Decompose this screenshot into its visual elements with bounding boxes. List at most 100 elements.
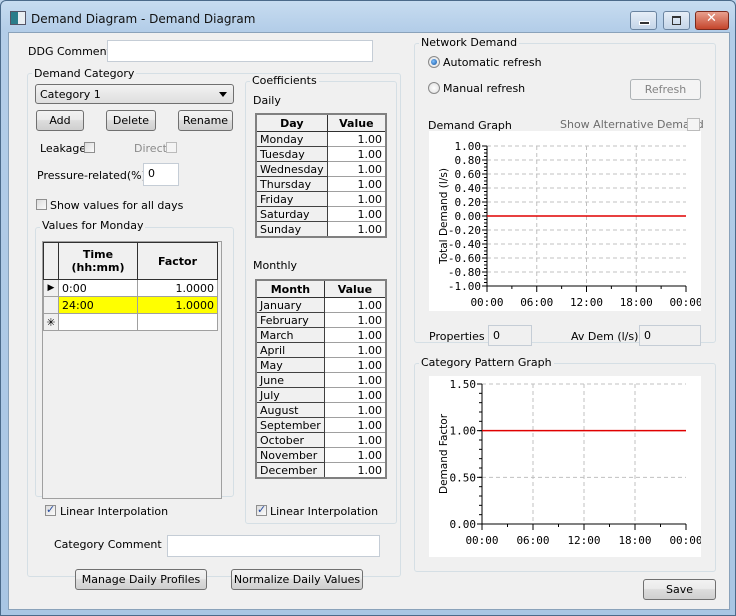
refresh-button[interactable]: Refresh — [630, 79, 701, 100]
factor-cell[interactable]: 1.0000 — [137, 279, 218, 297]
table-row[interactable]: Thursday 1.00 — [255, 176, 387, 192]
manual-refresh-radio[interactable] — [428, 82, 440, 94]
properties-label: Properties — [429, 330, 485, 343]
daily-value-cell[interactable]: 1.00 — [326, 161, 387, 177]
daily-value-cell[interactable]: 1.00 — [326, 146, 387, 162]
table-row[interactable]: December 1.00 — [255, 462, 387, 479]
table-row[interactable]: 24:00 1.0000 — [43, 296, 218, 314]
daily-coefficients-table[interactable]: Day Value Monday 1.00 Tuesday 1.00 Wednesday 1… — [255, 113, 387, 238]
table-row[interactable]: Sunday 1.00 — [255, 221, 387, 238]
table-row[interactable]: May 1.00 — [255, 357, 387, 373]
time-column-header[interactable]: Time (hh:mm) — [58, 242, 138, 280]
x-tick-label: 06:00 — [520, 296, 553, 309]
table-row[interactable]: ▶ 0:00 1.0000 — [43, 279, 218, 297]
table-row[interactable]: January 1.00 — [255, 297, 387, 313]
daily-name-cell: Sunday — [255, 221, 328, 238]
values-linear-interpolation-checkbox[interactable] — [45, 503, 56, 516]
show-all-days-label: Show values for all days — [50, 199, 184, 212]
table-row[interactable]: October 1.00 — [255, 432, 387, 448]
y-tick-label: 1.00 — [450, 425, 477, 438]
coefficients-linear-interpolation-checkbox[interactable] — [256, 503, 267, 516]
normalize-daily-values-button[interactable]: Normalize Daily Values — [231, 569, 363, 590]
pressure-related-input[interactable]: 0 — [143, 163, 179, 186]
ddg-comment-input[interactable] — [107, 40, 373, 62]
category-select[interactable]: Category 1 — [35, 84, 234, 104]
table-row[interactable]: April 1.00 — [255, 342, 387, 358]
factor-column-header[interactable]: Factor — [137, 242, 218, 280]
table-row[interactable]: Tuesday 1.00 — [255, 146, 387, 162]
monthly-coefficients-table[interactable]: Month Value January 1.00 February 1.00 March 1… — [255, 279, 387, 479]
table-row[interactable]: July 1.00 — [255, 387, 387, 403]
daily-value-cell[interactable]: 1.00 — [326, 206, 387, 222]
category-comment-input[interactable] — [167, 535, 380, 557]
dialog-client: DDG Comment Demand Category Category 1 A… — [8, 32, 730, 610]
table-row[interactable]: Monday 1.00 — [255, 131, 387, 147]
table-row-new[interactable]: ✳ — [43, 313, 218, 331]
table-row[interactable]: Saturday 1.00 — [255, 206, 387, 222]
rename-button[interactable]: Rename — [178, 110, 233, 131]
table-row[interactable]: February 1.00 — [255, 312, 387, 328]
daily-name-cell: Tuesday — [255, 146, 328, 162]
direct-checkbox[interactable] — [166, 142, 177, 153]
table-row[interactable]: June 1.00 — [255, 372, 387, 388]
save-button[interactable]: Save — [643, 579, 716, 600]
chart-svg: 1.000.800.600.400.200.00-0.20-0.40-0.60-… — [438, 140, 701, 309]
table-row[interactable]: Wednesday 1.00 — [255, 161, 387, 177]
av-dem-label: Av Dem (l/s) — [571, 330, 639, 343]
table-row[interactable]: November 1.00 — [255, 447, 387, 463]
table-row[interactable]: September 1.00 — [255, 417, 387, 433]
y-tick-label: 0.80 — [455, 154, 482, 167]
monthly-value-cell[interactable]: 1.00 — [323, 297, 387, 313]
monthly-value-cell[interactable]: 1.00 — [323, 327, 387, 343]
daily-value-cell[interactable]: 1.00 — [326, 131, 387, 147]
monthly-value-cell[interactable]: 1.00 — [323, 462, 387, 479]
show-alternative-demand-checkbox[interactable] — [687, 118, 700, 131]
new-row-asterisk-icon[interactable]: ✳ — [43, 313, 59, 331]
close-button[interactable]: ✕ — [695, 11, 729, 30]
table-row[interactable]: March 1.00 — [255, 327, 387, 343]
current-row-indicator-icon[interactable]: ▶ — [43, 279, 59, 297]
values-group-label: Values for Monday — [40, 219, 146, 232]
row-header[interactable] — [43, 296, 59, 314]
automatic-refresh-radio[interactable] — [428, 56, 440, 68]
factor-cell[interactable] — [137, 313, 218, 331]
manage-daily-profiles-button[interactable]: Manage Daily Profiles — [75, 569, 207, 590]
monthly-value-cell[interactable]: 1.00 — [323, 432, 387, 448]
time-cell[interactable] — [58, 313, 138, 331]
time-cell[interactable]: 0:00 — [58, 279, 138, 297]
monthly-value-cell[interactable]: 1.00 — [323, 312, 387, 328]
y-tick-label: -1.00 — [448, 280, 481, 293]
window-title: Demand Diagram - Demand Diagram — [31, 12, 256, 26]
monthly-value-cell[interactable]: 1.00 — [323, 372, 387, 388]
y-tick-label: -0.80 — [448, 266, 481, 279]
daily-value-cell[interactable]: 1.00 — [326, 191, 387, 207]
y-tick-label: 1.50 — [450, 378, 477, 391]
monthly-value-cell[interactable]: 1.00 — [323, 402, 387, 418]
monthly-value-cell[interactable]: 1.00 — [323, 447, 387, 463]
daily-value-cell[interactable]: 1.00 — [326, 176, 387, 192]
table-row[interactable]: August 1.00 — [255, 402, 387, 418]
time-cell[interactable]: 24:00 — [58, 296, 138, 314]
monthly-name-cell: September — [255, 417, 325, 433]
category-comment-label: Category Comment — [54, 538, 162, 551]
monthly-name-cell: February — [255, 312, 325, 328]
factor-cell[interactable]: 1.0000 — [137, 296, 218, 314]
monthly-value-cell[interactable]: 1.00 — [323, 417, 387, 433]
monthly-value-cell[interactable]: 1.00 — [323, 357, 387, 373]
automatic-refresh-label: Automatic refresh — [443, 56, 542, 69]
leakage-checkbox[interactable] — [84, 142, 95, 153]
time-factor-grid[interactable]: Time (hh:mm) Factor ▶ 0:00 1.0000 24:00 1… — [42, 241, 222, 499]
maximize-button[interactable] — [663, 11, 690, 30]
minimize-button[interactable] — [630, 11, 657, 30]
delete-button[interactable]: Delete — [106, 110, 156, 131]
daily-value-cell[interactable]: 1.00 — [326, 221, 387, 238]
monthly-value-cell[interactable]: 1.00 — [323, 342, 387, 358]
coefficients-linear-interpolation-label: Linear Interpolation — [270, 505, 379, 518]
table-row[interactable]: Friday 1.00 — [255, 191, 387, 207]
title-bar[interactable]: Demand Diagram - Demand Diagram ✕ — [1, 1, 735, 33]
leakage-label: Leakage — [40, 142, 87, 155]
add-button[interactable]: Add — [36, 110, 84, 131]
monthly-value-cell[interactable]: 1.00 — [323, 387, 387, 403]
show-all-days-checkbox[interactable] — [36, 199, 47, 210]
minimize-icon — [639, 21, 650, 25]
